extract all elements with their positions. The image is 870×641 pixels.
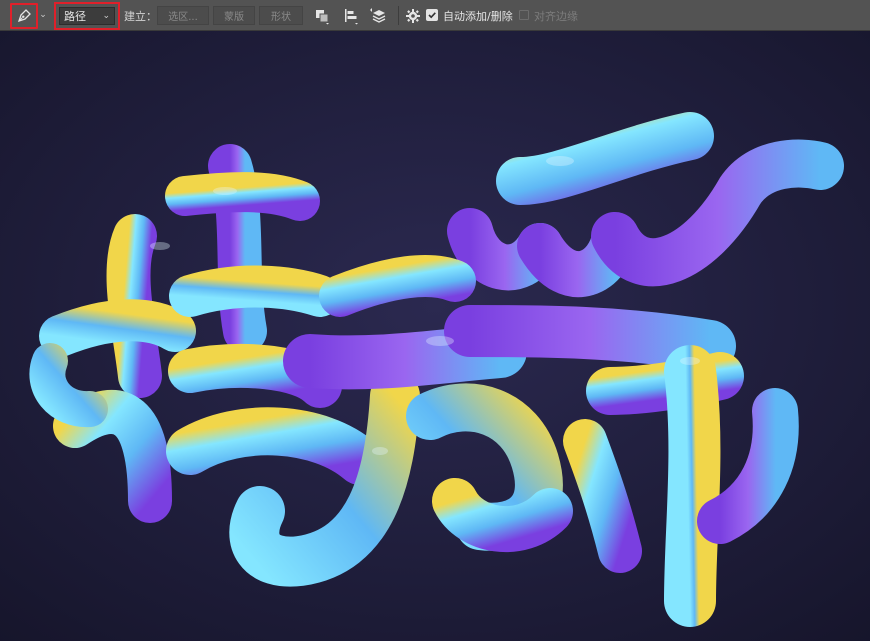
path-arrangement-icon [370, 8, 386, 23]
tool-preset-dropdown[interactable]: ⌄ [38, 7, 48, 23]
balloon-lettering-artwork [0, 31, 870, 641]
path-operations-button[interactable] [311, 5, 333, 27]
make-selection-button[interactable]: 选区... [157, 6, 209, 25]
gear-icon [406, 9, 420, 23]
chevron-down-icon: ⌄ [39, 10, 47, 20]
path-alignment-icon [345, 9, 358, 25]
make-label: 建立： [124, 9, 157, 23]
path-operations-icon [316, 10, 329, 25]
path-alignment-button[interactable] [340, 5, 362, 27]
align-edges-label: 对齐边缘 [534, 9, 578, 23]
make-mask-button[interactable]: 蒙版 [213, 6, 255, 25]
auto-add-delete-checkbox[interactable] [426, 9, 438, 21]
tool-mode-value: 路径 [64, 10, 86, 23]
pen-tool-button[interactable] [10, 3, 38, 29]
chevron-down-icon: ⌄ [102, 11, 110, 21]
tool-mode-select[interactable]: 路径 ⌄ [59, 7, 115, 25]
checkmark-icon [428, 12, 436, 19]
pen-tool-icon [17, 9, 31, 23]
settings-button[interactable] [402, 5, 424, 27]
make-shape-button[interactable]: 形状 [259, 6, 303, 25]
auto-add-delete-label: 自动添加/删除 [443, 9, 513, 23]
path-arrangement-button[interactable] [368, 5, 390, 27]
tool-mode-highlight: 路径 ⌄ [54, 2, 120, 30]
align-edges-checkbox[interactable] [519, 10, 529, 20]
document-canvas[interactable] [0, 31, 870, 641]
toolbar-separator [398, 6, 399, 25]
options-bar: ⌄ 路径 ⌄ 建立： 选区... 蒙版 形状 自动添加/删除 对齐边缘 [0, 0, 870, 31]
